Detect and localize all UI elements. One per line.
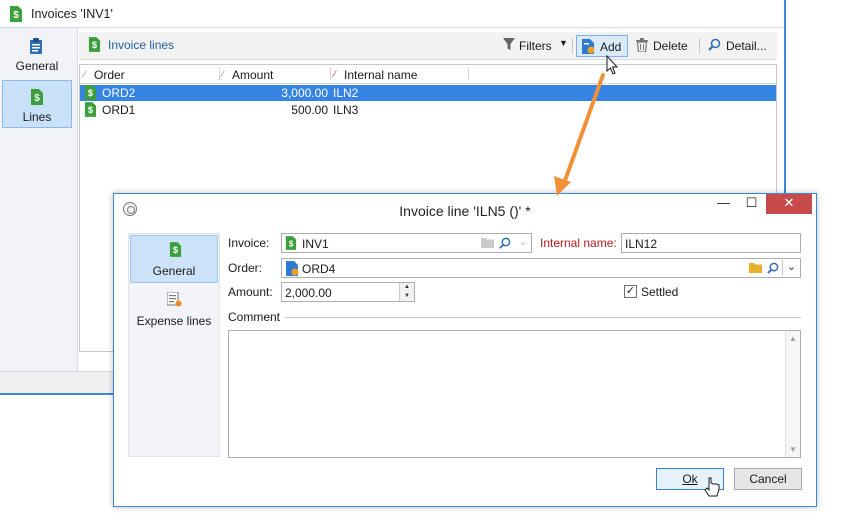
folder-icon[interactable]	[746, 260, 764, 276]
column-divider[interactable]	[468, 67, 469, 81]
add-line-icon	[581, 39, 595, 54]
scroll-up-icon[interactable]: ▲	[789, 334, 797, 343]
settled-label: Settled	[641, 285, 679, 299]
svg-text:$: $	[88, 88, 94, 98]
dialog-title-bar: Invoice line 'ILN5 ()' * — ☐ ✕	[114, 194, 816, 225]
comment-divider	[285, 317, 801, 318]
svg-text:$: $	[92, 40, 98, 50]
nav-item-lines[interactable]: $ Lines	[2, 80, 72, 128]
dollar-doc-icon: $	[169, 242, 182, 257]
dollar-doc-icon: $	[88, 37, 101, 52]
svg-text:$: $	[13, 10, 19, 21]
column-divider[interactable]	[219, 67, 220, 81]
comment-textarea[interactable]: ▲ ▼	[228, 330, 801, 458]
sort-icon: ⁄	[222, 69, 224, 79]
invoice-field[interactable]: $ INV1 ⌄	[281, 233, 532, 253]
svg-text:$: $	[88, 105, 94, 115]
svg-text:$: $	[289, 238, 294, 248]
scroll-down-icon[interactable]: ▼	[789, 445, 797, 454]
dollar-doc-icon: $	[84, 102, 97, 117]
svg-text:$: $	[173, 245, 179, 255]
dollar-doc-icon: $	[30, 89, 44, 105]
nav-item-expense-lines[interactable]: Expense lines	[129, 286, 219, 334]
settled-checkbox[interactable]: ✓	[624, 285, 637, 298]
order-label: Order:	[228, 261, 263, 275]
toolbar-separator	[572, 38, 573, 54]
chevron-down-icon[interactable]: ⌄	[514, 235, 532, 251]
amount-field[interactable]: 2,000.00 ▲ ▼	[281, 282, 415, 302]
grid-header: ⁄ Order ⁄ Amount ⁄ Internal name	[80, 65, 776, 84]
increment-icon[interactable]: ▲	[400, 283, 414, 292]
search-icon	[708, 38, 721, 51]
dollar-doc-icon: $	[9, 6, 23, 22]
ok-button[interactable]: Ok	[656, 468, 724, 490]
decrement-icon[interactable]: ▼	[400, 292, 414, 301]
table-row[interactable]: $ ORD2 3,000.00 ILN2	[80, 85, 776, 101]
dollar-doc-icon: $	[84, 85, 97, 100]
column-header-internal-name[interactable]: ⁄ Internal name	[334, 68, 417, 82]
invoice-label: Invoice:	[228, 236, 270, 250]
trash-icon	[636, 38, 648, 52]
column-header-amount[interactable]: ⁄ Amount	[222, 68, 273, 82]
sort-icon: ⁄	[334, 69, 336, 79]
invoice-line-dialog: Invoice line 'ILN5 ()' * — ☐ ✕ $ General…	[113, 193, 817, 507]
column-divider[interactable]	[330, 67, 331, 81]
order-icon	[285, 261, 299, 276]
svg-text:$: $	[34, 93, 40, 104]
clipboard-icon	[29, 38, 43, 54]
folder-icon[interactable]	[478, 235, 496, 251]
chevron-down-icon[interactable]: ⌄	[782, 260, 800, 276]
chevron-down-icon: ▼	[559, 38, 568, 48]
dollar-doc-icon: $	[285, 236, 297, 250]
filter-icon	[503, 38, 515, 51]
internal-name-label: Internal name:	[540, 236, 617, 250]
amount-label: Amount:	[228, 285, 273, 299]
amount-stepper[interactable]: ▲ ▼	[399, 283, 414, 301]
add-button[interactable]: Add	[576, 35, 628, 57]
search-icon[interactable]	[764, 260, 782, 276]
window-title-bar: $ Invoices 'INV1'	[0, 0, 784, 28]
expense-lines-icon	[167, 292, 182, 307]
column-header-order[interactable]: ⁄ Order	[84, 68, 125, 82]
table-row[interactable]: $ ORD1 500.00 ILN3	[80, 102, 776, 118]
window-title: Invoices 'INV1'	[31, 7, 113, 21]
toolbar-separator	[699, 38, 700, 54]
order-field[interactable]: ORD4 ⌄	[281, 258, 801, 278]
lines-toolbar: $ Invoice lines Filters ▼ Add Delete Det…	[79, 32, 777, 60]
search-icon[interactable]	[496, 235, 514, 251]
close-button[interactable]: ✕	[766, 194, 812, 214]
sort-icon: ⁄	[84, 69, 86, 79]
cancel-button[interactable]: Cancel	[734, 468, 802, 490]
comment-label: Comment	[228, 310, 281, 324]
comment-scrollbar[interactable]: ▲ ▼	[785, 331, 800, 457]
maximize-button[interactable]: ☐	[738, 194, 765, 214]
window-nav: General $ Lines	[0, 28, 78, 371]
minimize-button[interactable]: —	[710, 194, 737, 214]
dialog-nav: $ General Expense lines	[128, 233, 220, 457]
internal-name-field[interactable]: ILN12	[621, 233, 801, 253]
nav-item-general[interactable]: $ General	[130, 235, 218, 283]
filters-button[interactable]: Filters ▼	[499, 35, 569, 57]
nav-item-general[interactable]: General	[2, 30, 72, 78]
detail-button[interactable]: Detail...	[704, 35, 772, 57]
delete-button[interactable]: Delete	[632, 35, 692, 57]
